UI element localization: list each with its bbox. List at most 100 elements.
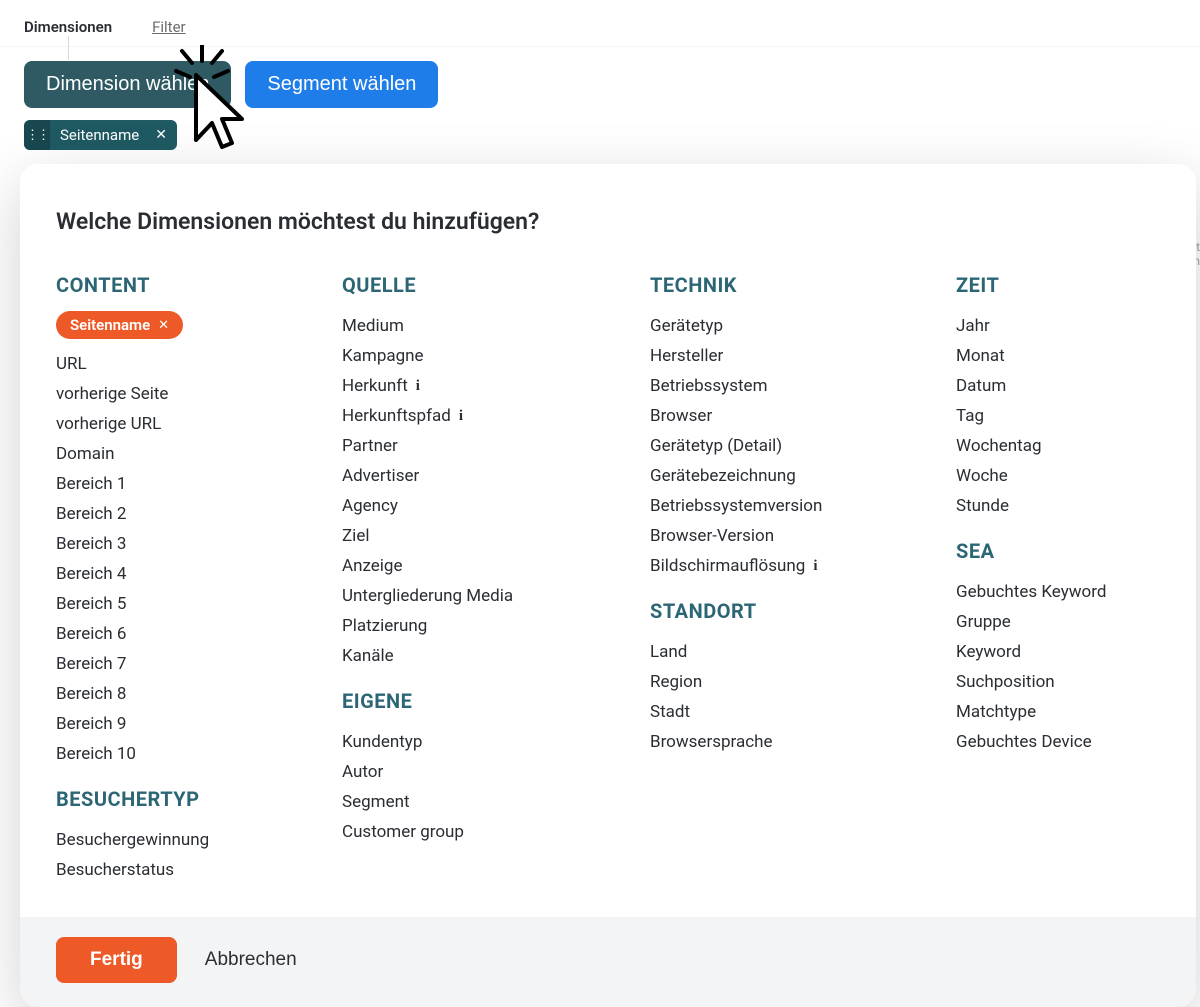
dimension-option[interactable]: Gerätetyp (Detail) (650, 431, 956, 461)
selected-dimensions: ⋮⋮ Seitenname ✕ (0, 120, 1200, 166)
dimension-option[interactable]: Anzeige (342, 551, 650, 581)
dimension-option[interactable]: vorherige Seite (56, 379, 342, 409)
dimension-option[interactable]: Kampagne (342, 341, 650, 371)
dimension-option[interactable]: Keyword (956, 637, 1160, 667)
dimension-option[interactable]: Autor (342, 757, 650, 787)
dimension-option-label: Woche (956, 466, 1008, 486)
dimension-option[interactable]: Tag (956, 401, 1160, 431)
dimension-option[interactable]: Kanäle (342, 641, 650, 671)
dimension-option-label: vorherige URL (56, 414, 161, 434)
selected-dimension-label: Seitenname (70, 316, 150, 334)
dimension-option[interactable]: Stunde (956, 491, 1160, 521)
dimension-option[interactable]: Region (650, 667, 956, 697)
dimension-option[interactable]: Bereich 10 (56, 739, 342, 769)
dimension-option-label: Monat (956, 346, 1005, 366)
info-icon[interactable]: i (459, 408, 463, 425)
choose-dimension-button[interactable]: Dimension wählen (24, 61, 231, 108)
dimension-option-label: Platzierung (342, 616, 427, 636)
dimension-option[interactable]: Bereich 9 (56, 709, 342, 739)
dimension-option-label: Bereich 8 (56, 684, 126, 704)
dimension-option[interactable]: Platzierung (342, 611, 650, 641)
dimension-option-label: Gerätetyp (650, 316, 723, 336)
dimension-option[interactable]: Jahr (956, 311, 1160, 341)
dimension-option[interactable]: Kundentyp (342, 727, 650, 757)
dimension-option-label: Bereich 3 (56, 534, 126, 554)
dimension-option[interactable]: Wochentag (956, 431, 1160, 461)
cancel-button[interactable]: Abbrechen (205, 949, 297, 971)
dimension-option[interactable]: Besuchergewinnung (56, 825, 342, 855)
group-title-besuchertyp: BESUCHERTYP (56, 787, 342, 811)
dimension-option[interactable]: Partner (342, 431, 650, 461)
dimension-option[interactable]: Matchtype (956, 697, 1160, 727)
dimension-option[interactable]: Gebuchtes Keyword (956, 577, 1160, 607)
dimension-option[interactable]: Medium (342, 311, 650, 341)
close-icon[interactable]: ✕ (153, 127, 177, 143)
dimension-option[interactable]: Hersteller (650, 341, 956, 371)
dimension-option[interactable]: Suchposition (956, 667, 1160, 697)
dimension-option[interactable]: Stadt (650, 697, 956, 727)
dimension-option-label: Herkunftspfad (342, 406, 451, 426)
dimension-option[interactable]: Bildschirmauflösung i (650, 551, 956, 581)
dimension-option-label: Bereich 2 (56, 504, 126, 524)
dimension-option[interactable]: Datum (956, 371, 1160, 401)
tab-filter[interactable]: Filter (152, 18, 186, 36)
dimension-chip[interactable]: ⋮⋮ Seitenname ✕ (24, 120, 177, 150)
dimension-picker-modal: Welche Dimensionen möchtest du hinzufüge… (20, 164, 1196, 1007)
dimension-option[interactable]: Woche (956, 461, 1160, 491)
dimension-option[interactable]: Gerätetyp (650, 311, 956, 341)
dimension-option[interactable]: Bereich 6 (56, 619, 342, 649)
dimension-option[interactable]: Bereich 7 (56, 649, 342, 679)
dimension-option-label: Anzeige (342, 556, 403, 576)
dimension-option[interactable]: Gebuchtes Device (956, 727, 1160, 757)
dimension-option[interactable]: Segment (342, 787, 650, 817)
dimension-option-label: Ziel (342, 526, 369, 546)
dimension-option-label: Bildschirmauflösung (650, 556, 805, 576)
info-icon[interactable]: i (416, 378, 420, 395)
dimension-option[interactable]: Monat (956, 341, 1160, 371)
choose-segment-button[interactable]: Segment wählen (245, 61, 438, 108)
dimension-option[interactable]: Bereich 5 (56, 589, 342, 619)
dimension-option-label: Untergliederung Media (342, 586, 513, 606)
dimension-option[interactable]: Besucherstatus (56, 855, 342, 885)
done-button[interactable]: Fertig (56, 937, 177, 983)
dimension-option-label: Kanäle (342, 646, 394, 666)
dimension-option[interactable]: Customer group (342, 817, 650, 847)
top-tabs: Dimensionen Filter (0, 0, 1200, 47)
dimension-option-label: Hersteller (650, 346, 723, 366)
close-icon[interactable]: ✕ (158, 318, 169, 333)
dimension-option[interactable]: vorherige URL (56, 409, 342, 439)
dimension-option[interactable]: Betriebssystemversion (650, 491, 956, 521)
drag-handle-icon[interactable]: ⋮⋮ (24, 120, 50, 150)
dimension-option[interactable]: Bereich 3 (56, 529, 342, 559)
dimension-option[interactable]: Gerätebezeichnung (650, 461, 956, 491)
selected-dimension-pill[interactable]: Seitenname ✕ (56, 311, 183, 339)
dimension-option-label: Betriebssystem (650, 376, 767, 396)
dimension-option[interactable]: Browser (650, 401, 956, 431)
dimension-option[interactable]: Domain (56, 439, 342, 469)
info-icon[interactable]: i (813, 558, 817, 575)
dimension-option[interactable]: Bereich 4 (56, 559, 342, 589)
dimension-option[interactable]: Browsersprache (650, 727, 956, 757)
dimension-option[interactable]: Agency (342, 491, 650, 521)
dimension-option[interactable]: Ziel (342, 521, 650, 551)
dimension-option-label: Browsersprache (650, 732, 772, 752)
dimension-option[interactable]: Bereich 1 (56, 469, 342, 499)
dimension-option[interactable]: Gruppe (956, 607, 1160, 637)
dimension-option-label: Betriebssystemversion (650, 496, 822, 516)
dimension-option[interactable]: Herkunftspfad i (342, 401, 650, 431)
dimension-option[interactable]: Land (650, 637, 956, 667)
dimension-option-label: Gebuchtes Device (956, 732, 1092, 752)
dimension-option[interactable]: Bereich 2 (56, 499, 342, 529)
dimension-option[interactable]: Bereich 8 (56, 679, 342, 709)
dimension-chip-label: Seitenname (60, 122, 143, 148)
dimension-option[interactable]: Betriebssystem (650, 371, 956, 401)
dimension-option[interactable]: Advertiser (342, 461, 650, 491)
dimension-option[interactable]: Untergliederung Media (342, 581, 650, 611)
dimension-option[interactable]: Herkunfti (342, 371, 650, 401)
dimension-option-label: Autor (342, 762, 383, 782)
dimension-option[interactable]: URL (56, 349, 342, 379)
tab-dimensionen[interactable]: Dimensionen (24, 18, 112, 36)
dimension-option[interactable]: Browser-Version (650, 521, 956, 551)
dimension-option-label: Besucherstatus (56, 860, 174, 880)
dimension-option-label: Gerätetyp (Detail) (650, 436, 782, 456)
